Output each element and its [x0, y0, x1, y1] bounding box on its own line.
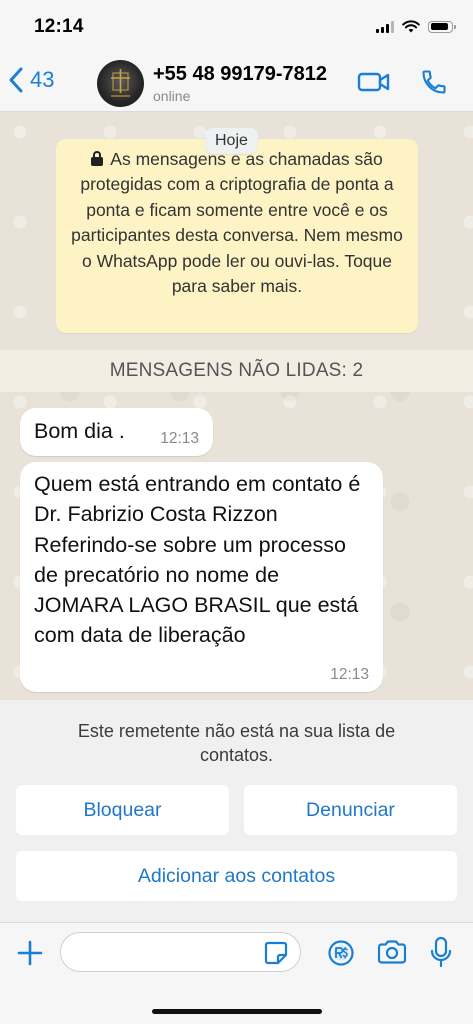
plus-icon	[17, 940, 43, 966]
video-camera-icon	[357, 72, 390, 92]
message-text: Quem está entrando em contato é Dr. Fabr…	[34, 472, 361, 648]
payment-icon	[328, 940, 354, 966]
phone-icon	[422, 70, 446, 94]
unread-chats-count: 43	[30, 67, 55, 92]
unknown-sender-panel: Este remetente não está na sua lista de …	[0, 700, 473, 922]
message-time: 12:13	[330, 666, 369, 683]
chat-area: As mensagens e as chamadas são protegida…	[0, 112, 473, 700]
message-composer	[0, 922, 473, 1024]
contact-status: online	[153, 88, 191, 104]
status-icons	[376, 20, 456, 33]
microphone-icon	[430, 936, 452, 968]
chevron-left-icon	[9, 67, 23, 93]
sticker-icon	[264, 941, 288, 965]
sticker-button[interactable]	[263, 940, 289, 971]
avatar-emblem-icon	[111, 69, 130, 97]
voice-message-button[interactable]	[430, 936, 452, 973]
unread-banner: MENSAGENS NÃO LIDAS: 2	[0, 350, 473, 392]
cellular-signal-icon	[376, 20, 394, 33]
camera-button[interactable]	[376, 938, 408, 971]
lock-icon	[91, 151, 104, 166]
home-indicator	[152, 1009, 322, 1014]
block-button[interactable]: Bloquear	[16, 785, 229, 835]
message-bubble[interactable]: Bom dia . 12:13	[20, 408, 213, 456]
message-bubble[interactable]: Quem está entrando em contato é Dr. Fabr…	[20, 462, 383, 692]
message-text: Bom dia .	[34, 419, 125, 443]
status-time: 12:14	[34, 16, 84, 37]
contact-avatar[interactable]	[97, 60, 144, 107]
payment-button[interactable]	[327, 939, 355, 972]
encryption-notice-text: As mensagens e as chamadas são protegida…	[71, 149, 403, 297]
status-bar: 12:14	[0, 0, 473, 56]
add-to-contacts-button[interactable]: Adicionar aos contatos	[16, 851, 457, 901]
encryption-notice[interactable]: As mensagens e as chamadas são protegida…	[56, 139, 418, 333]
report-button[interactable]: Denunciar	[244, 785, 457, 835]
unknown-sender-message: Este remetente não está na sua lista de …	[77, 721, 396, 765]
camera-icon	[377, 940, 407, 964]
battery-icon	[428, 20, 456, 33]
back-button[interactable]: 43	[8, 66, 54, 94]
contact-name[interactable]: +55 48 99179-7812	[153, 63, 327, 86]
date-separator: Hoje	[205, 128, 258, 154]
chat-header: 43 +55 48 99179-7812 online	[0, 56, 473, 112]
attach-button[interactable]	[16, 939, 44, 972]
voice-call-button[interactable]	[420, 68, 448, 101]
video-call-button[interactable]	[357, 70, 391, 99]
message-time: 12:13	[160, 430, 199, 447]
wifi-icon	[402, 20, 420, 33]
